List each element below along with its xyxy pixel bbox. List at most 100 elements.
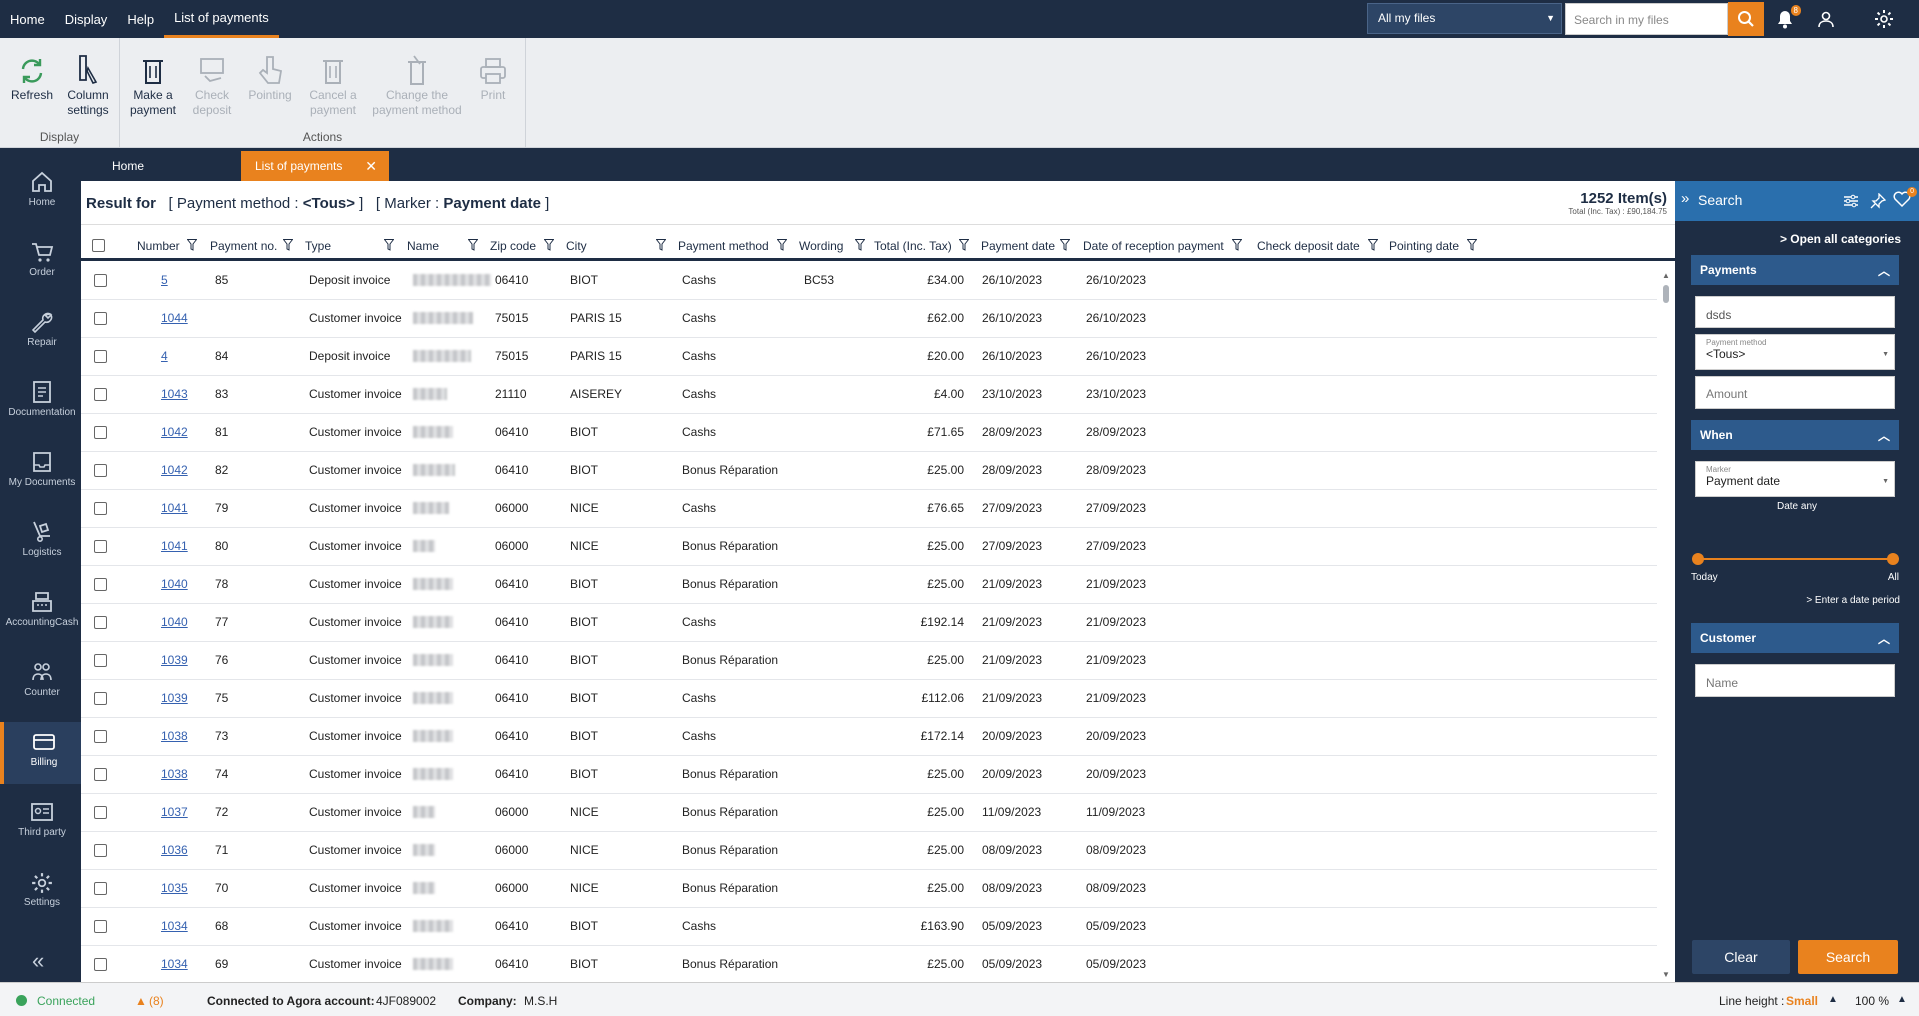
column-header[interactable]: Type [305, 239, 331, 253]
column-header[interactable]: Payment method [678, 239, 769, 253]
filter-icon[interactable] [958, 239, 970, 251]
filter-icon[interactable] [655, 239, 667, 251]
payment-number-link[interactable]: 4 [161, 349, 168, 363]
row-checkbox[interactable] [94, 540, 107, 553]
filter-icon[interactable] [467, 239, 479, 251]
payment-number-link[interactable]: 1038 [161, 767, 188, 781]
scroll-down-icon[interactable]: ▼ [1662, 970, 1670, 979]
column-header[interactable]: Pointing date [1389, 239, 1459, 253]
table-row[interactable]: 1038 73 Customer invoice 06410 BIOT Cashs £172… [81, 718, 1657, 756]
nav-settings[interactable]: Settings [0, 862, 84, 924]
table-row[interactable]: 1040 78 Customer invoice 06410 BIOT Bonus Rép… [81, 566, 1657, 604]
user-account-button[interactable] [1815, 8, 1837, 30]
row-checkbox[interactable] [94, 312, 107, 325]
line-height-caret-icon[interactable]: ▲ [1828, 994, 1838, 1005]
payment-number-link[interactable]: 1041 [161, 539, 188, 553]
menu-display[interactable]: Display [55, 0, 118, 38]
nav-repair[interactable]: Repair [0, 302, 84, 364]
pointing-button[interactable]: Pointing [244, 50, 296, 103]
payment-number-link[interactable]: 1041 [161, 501, 188, 515]
row-checkbox[interactable] [94, 502, 107, 515]
column-header[interactable]: Payment date [981, 239, 1055, 253]
column-header[interactable]: Check deposit date [1257, 239, 1360, 253]
table-row[interactable]: 1043 83 Customer invoice 21110 AISEREY Cashs £… [81, 376, 1657, 414]
favorites-button[interactable]: 0 [1893, 187, 1917, 210]
filter-icon[interactable] [543, 239, 555, 251]
global-search-button[interactable] [1728, 2, 1764, 36]
table-row[interactable]: 1036 71 Customer invoice 06000 NICE Bonus Rép… [81, 832, 1657, 870]
refresh-button[interactable]: Refresh [8, 50, 56, 103]
filter-icon[interactable] [854, 239, 866, 251]
row-checkbox[interactable] [94, 692, 107, 705]
change-payment-method-button[interactable]: Change the payment method [370, 50, 464, 118]
payment-number-link[interactable]: 1044 [161, 311, 188, 325]
nav-accountingcash[interactable]: AccountingCash [0, 582, 84, 644]
row-checkbox[interactable] [94, 806, 107, 819]
payment-number-link[interactable]: 1039 [161, 653, 188, 667]
row-checkbox[interactable] [94, 920, 107, 933]
print-button[interactable]: Print [470, 50, 516, 103]
row-checkbox[interactable] [94, 350, 107, 363]
global-search-input[interactable]: Search in my files [1565, 3, 1728, 35]
column-header[interactable]: Date of reception payment [1083, 239, 1224, 253]
payment-number-link[interactable]: 1036 [161, 843, 188, 857]
payment-method-select[interactable]: Payment method <Tous> ▼ [1695, 334, 1895, 370]
notifications-button[interactable]: 8 [1774, 5, 1801, 30]
payment-number-link[interactable]: 1035 [161, 881, 188, 895]
table-row[interactable]: 1039 75 Customer invoice 06410 BIOT Cashs £112… [81, 680, 1657, 718]
table-row[interactable]: 1040 77 Customer invoice 06410 BIOT Cashs £192… [81, 604, 1657, 642]
table-row[interactable]: 1034 69 Customer invoice 06410 BIOT Bonus Rép… [81, 946, 1657, 982]
zoom-level[interactable]: 100 % [1855, 994, 1889, 1008]
payment-number-link[interactable]: 1040 [161, 615, 188, 629]
row-checkbox[interactable] [94, 654, 107, 667]
cancel-payment-button[interactable]: Cancel a payment [304, 50, 362, 118]
warning-count[interactable]: (8) [149, 994, 164, 1008]
amount-field[interactable]: Amount [1695, 376, 1895, 409]
table-row[interactable]: 1038 74 Customer invoice 06410 BIOT Bonus Rép… [81, 756, 1657, 794]
table-row[interactable]: 1041 79 Customer invoice 06000 NICE Cashs £76.… [81, 490, 1657, 528]
tab-home[interactable]: Home [98, 151, 158, 181]
table-row[interactable]: 1037 72 Customer invoice 06000 NICE Bonus Rép… [81, 794, 1657, 832]
column-header[interactable]: Number [137, 239, 180, 253]
filter-icon[interactable] [383, 239, 395, 251]
section-customer[interactable]: Customer ︿ [1691, 623, 1899, 653]
close-icon[interactable]: ✕ [365, 158, 377, 175]
table-row[interactable]: 1042 81 Customer invoice 06410 BIOT Cashs £71.… [81, 414, 1657, 452]
section-when[interactable]: When ︿ [1691, 420, 1899, 450]
check-deposit-button[interactable]: Check deposit [186, 50, 238, 118]
filter-icon[interactable] [282, 239, 294, 251]
payment-number-link[interactable]: 1039 [161, 691, 188, 705]
row-checkbox[interactable] [94, 616, 107, 629]
pin-icon[interactable] [1870, 193, 1886, 209]
row-checkbox[interactable] [94, 844, 107, 857]
scroll-up-icon[interactable]: ▲ [1662, 271, 1670, 280]
nav-my-documents[interactable]: My Documents [0, 442, 84, 504]
row-checkbox[interactable] [94, 882, 107, 895]
search-button[interactable]: Search [1798, 940, 1898, 974]
vertical-scrollbar[interactable]: ▲ ▼ [1660, 271, 1672, 979]
filter-settings-icon[interactable] [1843, 193, 1859, 209]
make-payment-button[interactable]: Make a payment [128, 50, 178, 118]
file-filter-select[interactable]: All my files ▼ [1367, 3, 1562, 34]
payment-number-link[interactable]: 5 [161, 273, 168, 287]
nav-home[interactable]: Home [0, 162, 84, 224]
menu-home[interactable]: Home [0, 0, 55, 38]
nav-order[interactable]: Order [0, 232, 84, 294]
table-row[interactable]: 1039 76 Customer invoice 06410 BIOT Bonus Rép… [81, 642, 1657, 680]
column-header[interactable]: Wording [799, 239, 843, 253]
customer-name-field[interactable]: Name [1695, 664, 1895, 697]
tab-list-of-payments[interactable]: List of payments ✕ [241, 151, 389, 181]
menu-list-of-payments[interactable]: List of payments [164, 0, 279, 38]
nav-documentation[interactable]: Documentation [0, 372, 84, 434]
row-checkbox[interactable] [94, 274, 107, 287]
payment-number-link[interactable]: 1040 [161, 577, 188, 591]
payment-number-link[interactable]: 1034 [161, 957, 188, 971]
nav-billing[interactable]: Billing [0, 722, 84, 784]
row-checkbox[interactable] [94, 578, 107, 591]
table-row[interactable]: 1035 70 Customer invoice 06000 NICE Bonus Rép… [81, 870, 1657, 908]
table-row[interactable]: 5 85 Deposit invoice 06410 BIOT Cashs BC53 £34.… [81, 262, 1657, 300]
open-all-categories-link[interactable]: > Open all categories [1780, 232, 1901, 246]
payment-number-link[interactable]: 1038 [161, 729, 188, 743]
date-range-slider[interactable] [1698, 558, 1896, 560]
nav-logistics[interactable]: Logistics [0, 512, 84, 574]
